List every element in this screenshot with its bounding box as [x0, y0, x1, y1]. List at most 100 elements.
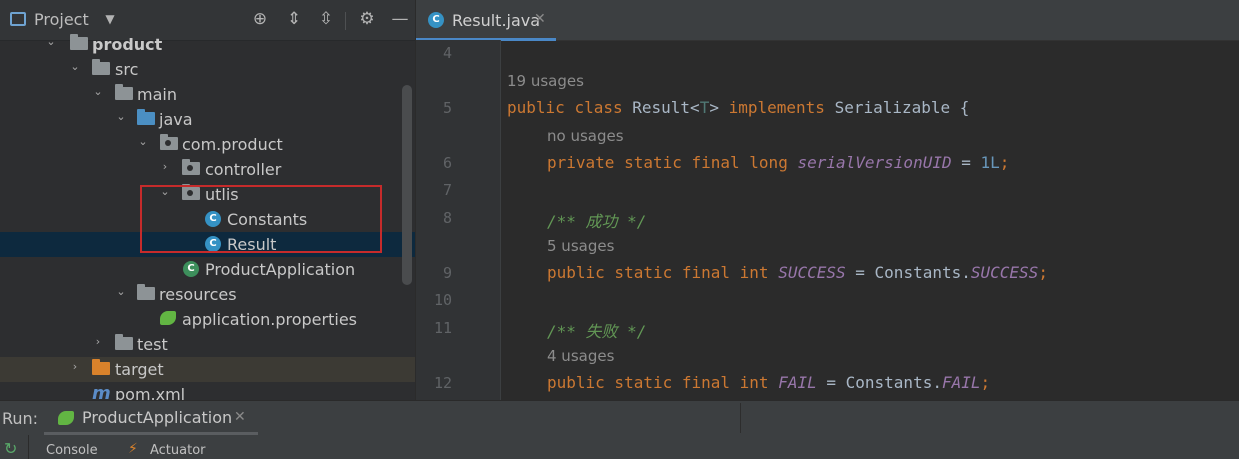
tab-console[interactable]: Console — [46, 443, 98, 458]
tree-row-com-product[interactable]: ⌄ com.product — [0, 132, 415, 157]
run-tool-window-bar: Run: ProductApplication ✕ — [0, 400, 1239, 435]
usages-hint[interactable]: 4 usages — [547, 347, 614, 365]
keyword: public static final int — [547, 263, 769, 282]
spring-properties-icon — [160, 311, 178, 327]
interface-name: Serializable { — [834, 98, 970, 117]
line-number: 7 — [442, 181, 452, 199]
code-line-9[interactable]: public static final int SUCCESS = Consta… — [547, 263, 1048, 282]
close-icon[interactable]: ✕ — [234, 409, 246, 425]
tree-label: target — [115, 360, 164, 379]
expanded-arrow-icon[interactable]: ⌄ — [91, 85, 105, 99]
tree-label: application.properties — [182, 310, 357, 329]
project-panel: Project ▼ ⊕ ⇕ ⇳ ⚙ — ⌄ product ⌄ src ⌄ ma… — [0, 0, 415, 400]
field-name: FAIL — [778, 373, 817, 392]
chevron-down-icon[interactable]: ▼ — [100, 9, 120, 29]
excluded-folder-icon — [92, 359, 110, 377]
tree-row-result[interactable]: C Result — [0, 232, 415, 257]
line-number: 9 — [442, 264, 452, 282]
tree-label: ProductApplication — [205, 260, 356, 279]
collapse-all-icon[interactable]: ⇳ — [316, 9, 336, 29]
tree-label: src — [115, 60, 139, 79]
tree-label: resources — [159, 285, 237, 304]
line-number: 12 — [433, 374, 452, 392]
field-reference: SUCCESS — [970, 263, 1039, 282]
tree-label: test — [137, 335, 168, 354]
keyword: public — [507, 98, 565, 117]
tree-row-utlis[interactable]: ⌄ utlis — [0, 182, 415, 207]
tree-label: Constants — [227, 210, 308, 229]
code-line-6[interactable]: private static final long serialVersionU… — [547, 153, 1009, 172]
semicolon: ; — [999, 153, 1010, 172]
tree-label: product — [92, 35, 163, 54]
keyword: class — [574, 98, 623, 117]
tree-row-resources[interactable]: ⌄ resources — [0, 282, 415, 307]
class-name: Result< — [632, 98, 700, 117]
run-tab-product-application[interactable]: ProductApplication ✕ — [44, 401, 258, 435]
keyword: implements — [728, 98, 825, 117]
expanded-arrow-icon[interactable]: ⌄ — [68, 60, 82, 74]
usages-hint: no usages — [547, 127, 624, 145]
semicolon: ; — [1038, 263, 1048, 282]
tab-actuator[interactable]: Actuator — [150, 443, 206, 458]
tree-row-product-application[interactable]: C ProductApplication — [0, 257, 415, 282]
expand-all-icon[interactable]: ⇕ — [284, 9, 304, 29]
keyword: private static final long — [547, 153, 788, 172]
tab-result-java[interactable]: C Result.java ✕ — [416, 0, 556, 41]
project-title[interactable]: Project — [34, 10, 89, 29]
code-text: = Constants. — [845, 263, 971, 282]
minimize-icon[interactable]: — — [390, 9, 410, 29]
close-icon[interactable]: ✕ — [534, 11, 546, 27]
code-line-8-comment[interactable]: /** 成功 */ — [547, 208, 646, 232]
tree-row-constants[interactable]: C Constants — [0, 207, 415, 232]
collapsed-arrow-icon[interactable]: › — [68, 360, 82, 374]
collapsed-arrow-icon[interactable]: › — [91, 335, 105, 349]
line-number: 10 — [433, 291, 452, 309]
expanded-arrow-icon[interactable]: ⌄ — [44, 35, 58, 49]
toolbar-divider — [345, 12, 346, 30]
expanded-arrow-icon[interactable]: ⌄ — [136, 135, 150, 149]
usages-hint[interactable]: 5 usages — [547, 237, 614, 255]
rerun-icon[interactable]: ↻ — [4, 439, 17, 458]
class-icon: C — [205, 236, 223, 252]
collapsed-arrow-icon[interactable]: › — [158, 160, 172, 174]
usages-hint[interactable]: 19 usages — [507, 72, 584, 90]
tree-row-java[interactable]: ⌄ java — [0, 107, 415, 132]
tree-scrollbar[interactable] — [402, 85, 412, 285]
field-reference: FAIL — [941, 373, 981, 392]
tree-row-test[interactable]: › test — [0, 332, 415, 357]
code-editor: C Result.java ✕ 4 5 6 7 8 9 10 11 12 19 … — [416, 0, 1239, 400]
spring-boot-icon — [58, 411, 74, 425]
expanded-arrow-icon[interactable]: ⌄ — [158, 185, 172, 199]
tree-row-src[interactable]: ⌄ src — [0, 57, 415, 82]
type-parameter: T — [699, 98, 710, 117]
gear-icon[interactable]: ⚙ — [357, 9, 377, 29]
tree-row-product[interactable]: ⌄ product — [0, 32, 415, 57]
source-folder-icon — [137, 109, 155, 127]
number-literal: 1L — [980, 153, 1000, 172]
field-name: serialVersionUID — [797, 153, 952, 172]
tree-row-application-properties[interactable]: application.properties — [0, 307, 415, 332]
tree-label: java — [159, 110, 193, 129]
expanded-arrow-icon[interactable]: ⌄ — [114, 110, 128, 124]
code-line-12[interactable]: public static final int FAIL = Constants… — [547, 373, 990, 392]
folder-icon — [115, 334, 133, 352]
keyword: public static final int — [547, 373, 769, 392]
code-line-11-comment[interactable]: /** 失败 */ — [547, 318, 646, 342]
tree-row-main[interactable]: ⌄ main — [0, 82, 415, 107]
expanded-arrow-icon[interactable]: ⌄ — [114, 285, 128, 299]
line-number: 11 — [433, 319, 452, 337]
tree-row-pom-xml[interactable]: m pom.xml — [0, 382, 415, 401]
line-number: 5 — [442, 99, 452, 117]
run-sub-toolbar: ↻ Console ⚡ Actuator — [0, 435, 1239, 459]
spring-class-icon: C — [183, 261, 201, 277]
code-line-5[interactable]: public class Result<T> implements Serial… — [507, 98, 969, 117]
code-text: = — [951, 153, 981, 172]
tree-label: pom.xml — [115, 385, 186, 400]
tab-label: Result.java — [452, 11, 541, 30]
semicolon: ; — [980, 373, 991, 392]
tree-row-controller[interactable]: › controller — [0, 157, 415, 182]
crosshair-icon[interactable]: ⊕ — [250, 9, 270, 29]
code-text: > — [709, 98, 719, 117]
tree-row-target[interactable]: › target — [0, 357, 415, 382]
tree-label: com.product — [182, 135, 283, 154]
